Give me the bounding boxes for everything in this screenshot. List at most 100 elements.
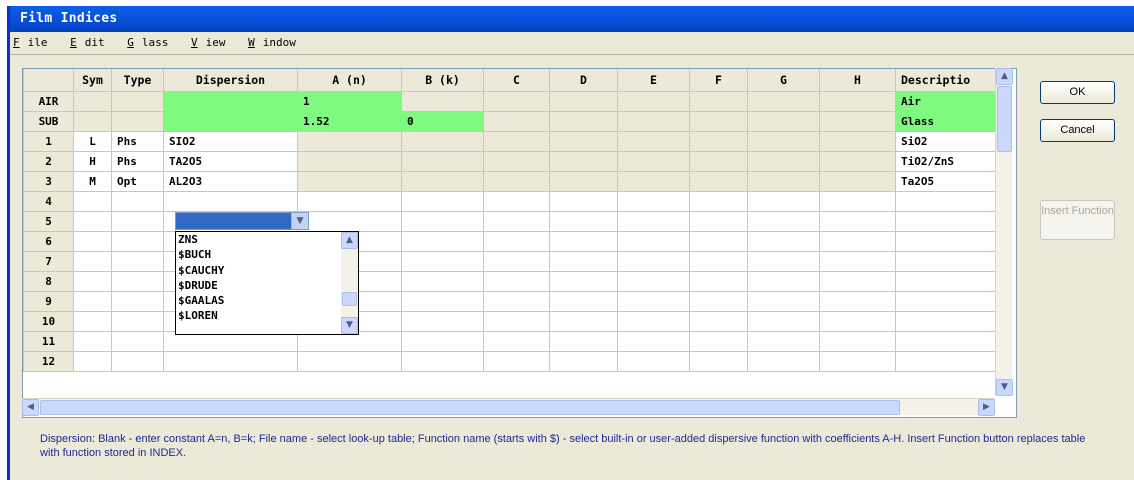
cancel-button[interactable]: Cancel [1040,119,1115,142]
table-cell[interactable] [747,290,820,312]
table-cell[interactable] [617,190,690,212]
column-header[interactable]: Dispersion [163,69,298,92]
horizontal-scrollbar[interactable]: ◀ ▶ [22,398,995,416]
table-cell[interactable]: Air [895,90,1006,112]
menu-edit[interactable]: Edit [70,36,113,49]
table-cell[interactable]: TA2O5 [163,150,298,172]
table-row[interactable]: 10 [23,310,1006,332]
vertical-scroll-thumb[interactable] [997,86,1012,152]
table-cell[interactable] [73,250,112,272]
table-row[interactable]: 11 [23,330,1006,352]
table-cell[interactable] [819,150,896,172]
scroll-up-icon[interactable]: ▲ [996,68,1013,85]
table-cell[interactable] [747,90,820,112]
menu-view[interactable]: View [191,36,234,49]
table-cell[interactable] [297,350,402,372]
table-cell[interactable]: L [73,130,112,152]
table-cell[interactable] [483,90,550,112]
table-cell[interactable] [297,170,402,192]
table-cell[interactable] [617,230,690,252]
menu-window[interactable]: Window [248,36,304,49]
table-cell[interactable] [483,190,550,212]
table-cell[interactable] [895,330,1006,352]
table-cell[interactable]: H [73,150,112,172]
table-cell[interactable] [111,330,164,352]
table-cell[interactable] [617,110,690,132]
column-header[interactable]: E [617,69,690,92]
column-header[interactable]: F [689,69,748,92]
table-cell[interactable] [297,210,402,232]
table-cell[interactable]: M [73,170,112,192]
table-cell[interactable]: 0 [401,110,484,132]
table-cell[interactable] [483,250,550,272]
scroll-left-icon[interactable]: ◀ [22,399,39,416]
table-cell[interactable] [747,270,820,292]
table-cell[interactable]: SiO2 [895,130,1006,152]
table-cell[interactable] [689,350,748,372]
column-header[interactable]: G [747,69,820,92]
table-cell[interactable] [111,110,164,132]
table-cell[interactable] [819,90,896,112]
table-cell[interactable] [549,270,618,292]
column-header[interactable]: Type [111,69,164,92]
table-cell[interactable] [895,230,1006,252]
dropdown-option[interactable]: $BUCH [176,247,358,262]
table-cell[interactable] [73,270,112,292]
table-cell[interactable] [549,210,618,232]
table-cell[interactable] [483,310,550,332]
table-cell[interactable] [819,290,896,312]
table-cell[interactable] [73,210,112,232]
table-cell[interactable] [617,310,690,332]
table-cell[interactable] [111,310,164,332]
table-cell[interactable] [617,170,690,192]
table-cell[interactable] [401,130,484,152]
table-row[interactable]: 1 L Phs SIO2 SiO2 [23,130,1006,152]
table-cell[interactable]: Phs [111,130,164,152]
column-header[interactable]: H [819,69,896,92]
table-cell[interactable] [483,350,550,372]
dropdown-option[interactable]: $DRUDE [176,278,358,293]
column-header[interactable]: B (k) [401,69,484,92]
table-cell[interactable] [689,270,748,292]
table-cell[interactable] [401,310,484,332]
table-cell[interactable] [483,210,550,232]
dispersion-dropdown-list[interactable]: ZNS $BUCH $CAUCHY $DRUDE $GAALAS $LOREN … [175,231,359,335]
table-cell[interactable] [617,150,690,172]
table-cell[interactable] [549,130,618,152]
table-row[interactable]: 12 [23,350,1006,372]
table-row[interactable]: 5 [23,210,1006,232]
table-cell[interactable] [747,150,820,172]
table-cell[interactable] [401,290,484,312]
table-cell[interactable]: 1.52 [297,110,402,132]
table-cell[interactable] [73,90,112,112]
table-cell[interactable] [297,130,402,152]
film-indices-grid[interactable]: Sym Type Dispersion A (n) B (k) C D E F G H Descrip… [22,68,1017,418]
table-cell[interactable] [111,210,164,232]
table-cell[interactable] [73,350,112,372]
table-cell[interactable] [163,190,298,212]
table-cell[interactable] [73,290,112,312]
ok-button[interactable]: OK [1040,81,1115,104]
table-cell[interactable] [689,90,748,112]
table-cell[interactable] [747,230,820,252]
table-cell[interactable] [111,270,164,292]
table-cell[interactable] [689,210,748,232]
table-row[interactable]: 7 [23,250,1006,272]
table-cell[interactable] [895,210,1006,232]
dropdown-scroll-thumb[interactable] [342,292,357,306]
table-cell[interactable] [895,350,1006,372]
table-cell[interactable] [689,310,748,332]
table-cell[interactable] [819,230,896,252]
table-cell[interactable] [689,290,748,312]
table-cell[interactable] [689,230,748,252]
table-cell[interactable] [617,250,690,272]
table-cell[interactable] [747,170,820,192]
table-cell[interactable]: Opt [111,170,164,192]
table-cell[interactable] [747,190,820,212]
table-cell[interactable] [617,350,690,372]
menu-glass[interactable]: Glass [127,36,176,49]
table-cell[interactable] [73,330,112,352]
table-row[interactable]: 8 [23,270,1006,292]
column-header[interactable]: Sym [73,69,112,92]
table-cell[interactable] [483,130,550,152]
